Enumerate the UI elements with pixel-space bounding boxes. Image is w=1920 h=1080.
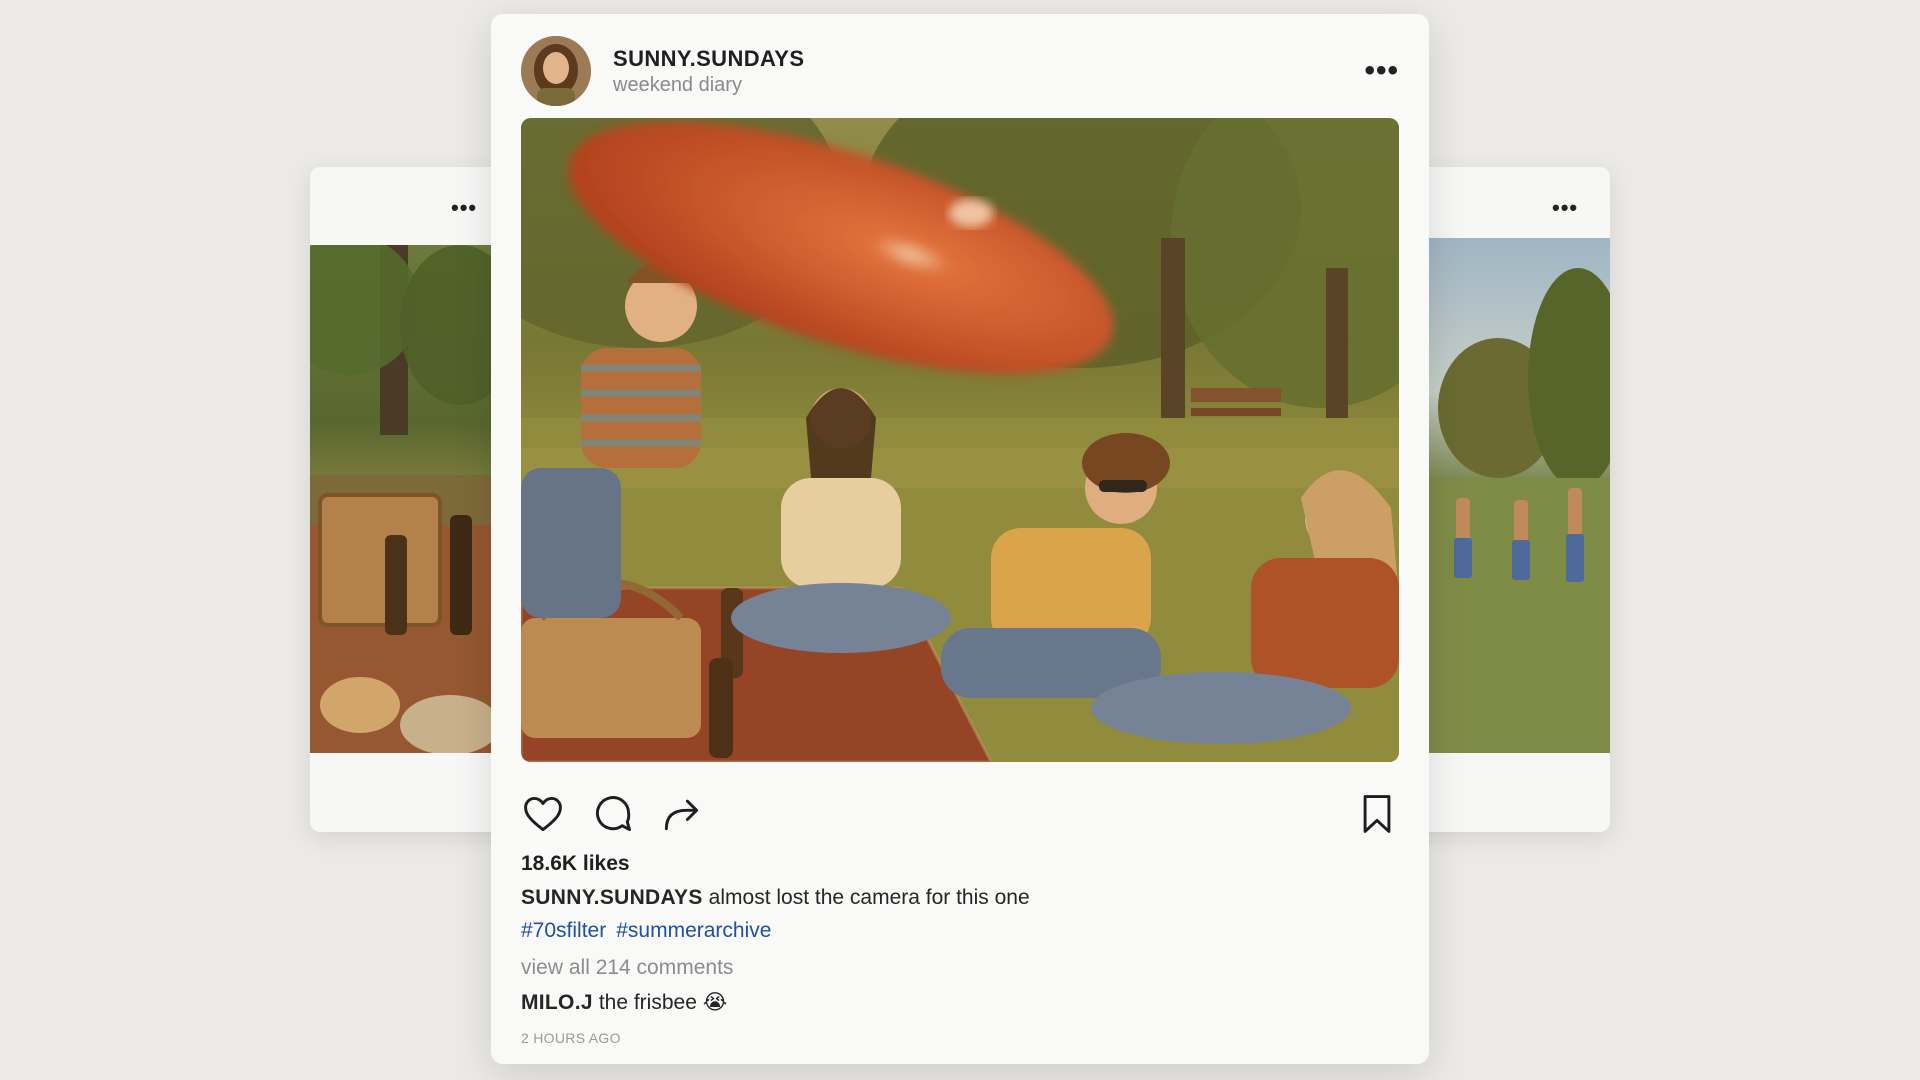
heart-icon[interactable] — [521, 792, 565, 836]
hashtag-link[interactable]: #70sfilter — [521, 919, 606, 942]
caption-text: almost lost the camera for this one — [708, 886, 1030, 909]
next-post-photo[interactable] — [1428, 238, 1610, 753]
user-block: SUNNY.SUNDAYS weekend diary — [613, 46, 804, 98]
post-timestamp: 2 HOURS AGO — [521, 1030, 621, 1046]
hashtag-link[interactable]: #summerarchive — [616, 919, 771, 942]
view-all-comments-link[interactable]: view all 214 comments — [521, 956, 733, 980]
more-dots-icon[interactable]: ••• — [1364, 56, 1399, 86]
avatar[interactable] — [521, 36, 591, 106]
top-comment: MILO.J the frisbee 😭 — [521, 990, 727, 1015]
post-card: SUNNY.SUNDAYS weekend diary ••• 18.6K li… — [491, 14, 1429, 1064]
comment-bubble-icon[interactable] — [591, 792, 635, 836]
post-actions — [521, 792, 1399, 840]
previous-post-photo[interactable] — [310, 245, 492, 753]
comment-username[interactable]: MILO.J — [521, 991, 593, 1014]
share-arrow-icon[interactable] — [659, 792, 703, 836]
feed-stage: ••• ••• SUNNY.SUNDAYS weekend diary ••• … — [0, 0, 1920, 1080]
more-dots-icon[interactable]: ••• — [451, 197, 477, 219]
comment-text: the frisbee 😭 — [598, 991, 728, 1014]
more-dots-icon[interactable]: ••• — [1552, 197, 1578, 219]
likes-count[interactable]: 18.6K likes — [521, 852, 630, 876]
profile-subtitle: weekend diary — [613, 74, 742, 96]
post-photo[interactable] — [521, 118, 1399, 762]
bookmark-icon[interactable] — [1355, 792, 1399, 836]
username[interactable]: SUNNY.SUNDAYS — [613, 46, 804, 72]
hashtags: #70sfilter #summerarchive — [521, 919, 781, 943]
caption-username[interactable]: SUNNY.SUNDAYS — [521, 886, 703, 909]
post-header: SUNNY.SUNDAYS weekend diary ••• — [521, 36, 1399, 108]
post-caption: SUNNY.SUNDAYS almost lost the camera for … — [521, 886, 1030, 910]
